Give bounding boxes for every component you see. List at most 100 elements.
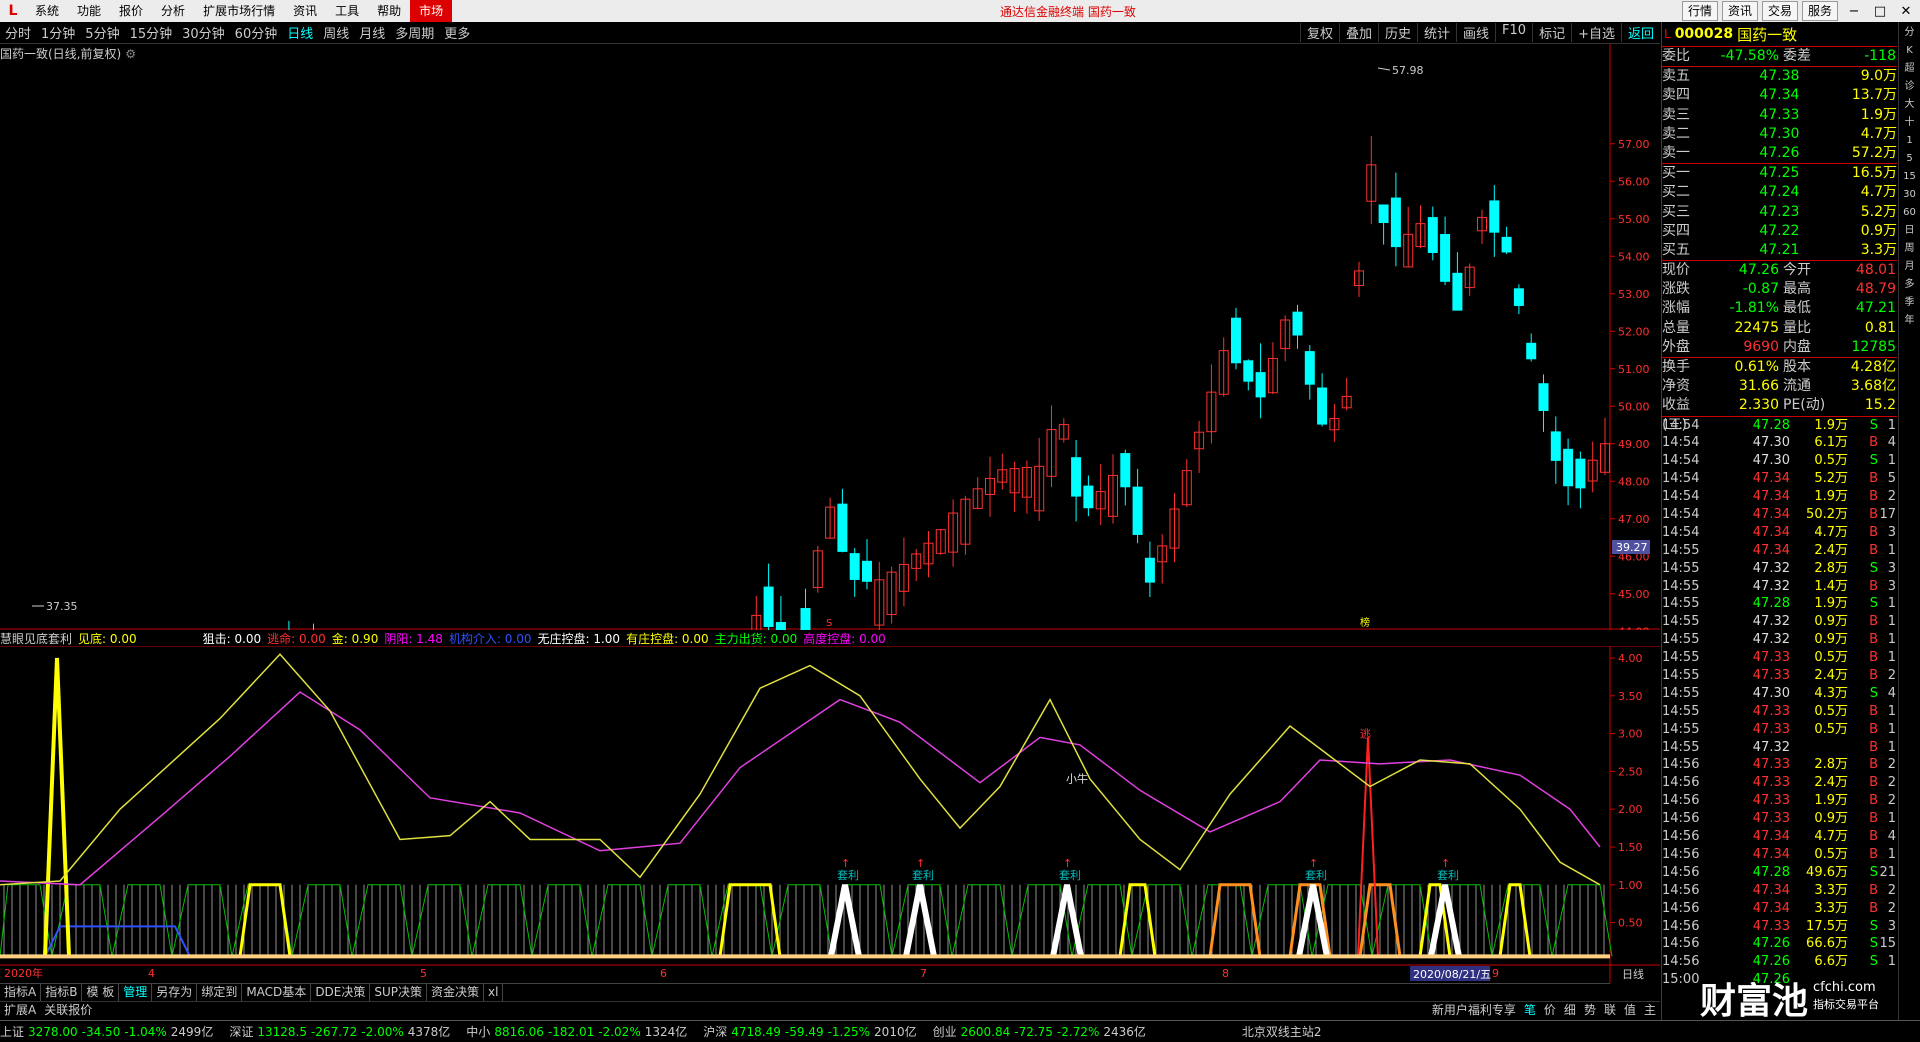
- asks-price[interactable]: 47.26: [1722, 144, 1799, 163]
- indicator-chart[interactable]: 4.003.503.002.502.001.501.000.50套利↑套利↑套利…: [0, 646, 1660, 983]
- bottom-tab-9[interactable]: 资金决策: [427, 984, 485, 1001]
- bottom-tab-0[interactable]: 指标A: [0, 984, 42, 1001]
- panel-tab-4[interactable]: 势: [1580, 1002, 1600, 1019]
- tick-row[interactable]: 14:55 47.32 2.8万 S 3: [1662, 560, 1897, 578]
- tick-row[interactable]: 14:55 47.33 0.5万 B 1: [1662, 649, 1897, 667]
- tick-row[interactable]: 14:56 47.33 2.8万 B 2: [1662, 756, 1897, 774]
- tick-row[interactable]: 14:56 47.28 49.6万 S 21: [1662, 864, 1897, 882]
- panel-tab-2[interactable]: 价: [1540, 1002, 1560, 1019]
- tool-3[interactable]: 统计: [1417, 23, 1456, 42]
- asks-price[interactable]: 47.30: [1722, 125, 1799, 144]
- side-tool-6[interactable]: 1: [1902, 134, 1918, 148]
- tick-row[interactable]: 14:54 47.34 50.2万 B 17: [1662, 506, 1897, 524]
- menu-item-tools[interactable]: 工具: [326, 0, 368, 22]
- tick-row[interactable]: 14:54 47.30 6.1万 B 4: [1662, 434, 1897, 452]
- side-tool-8[interactable]: 15: [1902, 170, 1918, 184]
- trade-button[interactable]: 交易: [1761, 1, 1798, 21]
- side-tool-16[interactable]: 年: [1902, 314, 1918, 328]
- menu-item-function[interactable]: 功能: [68, 0, 110, 22]
- tick-row[interactable]: 14:56 47.34 4.7万 B 4: [1662, 828, 1897, 846]
- tick-row[interactable]: 14:55 47.28 1.9万 S 1: [1662, 595, 1897, 613]
- ext-tab-1[interactable]: 关联报价: [40, 1002, 96, 1019]
- bids-price[interactable]: 47.22: [1722, 222, 1799, 241]
- index-4[interactable]: 创业 2600.84 -72.75 -2.72% 2436亿: [933, 1023, 1150, 1040]
- index-3[interactable]: 沪深 4718.49 -59.49 -1.25% 2010亿: [703, 1023, 920, 1040]
- asks-price[interactable]: 47.33: [1722, 106, 1799, 125]
- tick-row[interactable]: 14:54 47.30 0.5万 S 1: [1662, 452, 1897, 470]
- tool-8[interactable]: 返回: [1620, 23, 1660, 42]
- index-2[interactable]: 中小 8816.06 -182.01 -2.02% 1324亿: [466, 1023, 691, 1040]
- tick-row[interactable]: 14:56 47.34 0.5万 B 1: [1662, 846, 1897, 864]
- tick-row[interactable]: 14:55 47.32 0.9万 B 1: [1662, 631, 1897, 649]
- tick-row[interactable]: 14:55 47.30 4.3万 S 4: [1662, 685, 1897, 703]
- panel-tab-1[interactable]: 笔: [1520, 1002, 1540, 1019]
- side-tool-2[interactable]: 超: [1902, 62, 1918, 76]
- menu-item-quote[interactable]: 报价: [110, 0, 152, 22]
- tick-row[interactable]: 14:56 47.33 0.9万 B 1: [1662, 810, 1897, 828]
- tick-row[interactable]: 14:56 47.33 1.9万 B 2: [1662, 792, 1897, 810]
- tick-row[interactable]: 14:54 47.34 5.2万 B 5: [1662, 470, 1897, 488]
- tick-row[interactable]: 14:55 47.33 0.5万 B 1: [1662, 703, 1897, 721]
- side-tool-12[interactable]: 周: [1902, 242, 1918, 256]
- tool-7[interactable]: +自选: [1571, 23, 1621, 42]
- indicator-name[interactable]: 慧眼见底套利: [0, 630, 72, 646]
- tick-row[interactable]: 14:56 47.33 17.5万 S 3: [1662, 918, 1897, 936]
- panel-tab-3[interactable]: 细: [1560, 1002, 1580, 1019]
- side-tool-3[interactable]: 诊: [1902, 80, 1918, 94]
- menu-item-news[interactable]: 资讯: [284, 0, 326, 22]
- period-7[interactable]: 周线: [318, 23, 354, 42]
- close-icon[interactable]: ✕: [1896, 4, 1916, 19]
- period-0[interactable]: 分时: [0, 23, 36, 42]
- tool-6[interactable]: 标记: [1532, 23, 1571, 42]
- period-9[interactable]: 多周期: [390, 23, 439, 42]
- ext-tab-0[interactable]: 扩展A: [0, 1002, 40, 1019]
- side-tool-15[interactable]: 季: [1902, 296, 1918, 310]
- tick-row[interactable]: 14:55 47.34 2.4万 B 1: [1662, 542, 1897, 560]
- tool-1[interactable]: 叠加: [1338, 23, 1378, 42]
- tick-row[interactable]: 14:55 47.32 B 1: [1662, 739, 1897, 757]
- tick-row[interactable]: 14:56 47.26 6.6万 S 1: [1662, 953, 1897, 971]
- period-2[interactable]: 5分钟: [80, 23, 124, 42]
- server-name[interactable]: 北京双线主站2: [1242, 1023, 1322, 1040]
- panel-tab-6[interactable]: 值: [1620, 1002, 1640, 1019]
- menu-item-ext-market[interactable]: 扩展市场行情: [194, 0, 284, 22]
- minimize-icon[interactable]: −: [1844, 4, 1864, 19]
- tick-row[interactable]: 14:54 47.34 1.9万 B 2: [1662, 488, 1897, 506]
- tool-0[interactable]: 复权: [1299, 23, 1339, 42]
- bottom-tab-10[interactable]: xl: [484, 984, 504, 1001]
- quote-button[interactable]: 行情: [1681, 1, 1718, 21]
- tick-row[interactable]: 14:54 47.34 4.7万 B 3: [1662, 524, 1897, 542]
- period-5[interactable]: 60分钟: [230, 23, 283, 42]
- tick-row[interactable]: 14:56 47.34 3.3万 B 2: [1662, 882, 1897, 900]
- bottom-tab-8[interactable]: SUP决策: [370, 984, 428, 1001]
- side-tool-1[interactable]: K: [1902, 44, 1918, 58]
- side-tool-5[interactable]: 十: [1902, 116, 1918, 130]
- tick-list[interactable]: 14:54 47.28 1.9万 S 1 14:54 47.30 6.1万 B 4 14:54 47.…: [1662, 417, 1897, 990]
- period-1[interactable]: 1分钟: [36, 23, 80, 42]
- bottom-tab-4[interactable]: 另存为: [152, 984, 198, 1001]
- bids-price[interactable]: 47.21: [1722, 241, 1799, 260]
- menu-item-help[interactable]: 帮助: [368, 0, 410, 22]
- asks-price[interactable]: 47.34: [1722, 86, 1799, 105]
- tick-row[interactable]: 14:56 47.26 66.6万 S 15: [1662, 935, 1897, 953]
- side-tool-10[interactable]: 60: [1902, 206, 1918, 220]
- panel-tab-5[interactable]: 联: [1600, 1002, 1620, 1019]
- bottom-tab-6[interactable]: MACD基本: [242, 984, 312, 1001]
- bottom-tab-2[interactable]: 模 板: [82, 984, 120, 1001]
- side-tool-9[interactable]: 30: [1902, 188, 1918, 202]
- side-tool-13[interactable]: 月: [1902, 260, 1918, 274]
- side-tool-14[interactable]: 多: [1902, 278, 1918, 292]
- app-logo-icon[interactable]: L: [4, 2, 22, 20]
- tool-5[interactable]: F10: [1495, 23, 1532, 42]
- bottom-tab-1[interactable]: 指标B: [41, 984, 83, 1001]
- tick-row[interactable]: 14:55 47.33 2.4万 B 2: [1662, 667, 1897, 685]
- side-tool-0[interactable]: 分: [1902, 26, 1918, 40]
- bottom-tab-5[interactable]: 绑定到: [197, 984, 243, 1001]
- menu-item-system[interactable]: 系统: [26, 0, 68, 22]
- index-1[interactable]: 深证 13128.5 -267.72 -2.00% 4378亿: [229, 1023, 454, 1040]
- tick-row[interactable]: 14:55 47.32 0.9万 B 1: [1662, 613, 1897, 631]
- period-10[interactable]: 更多: [439, 23, 475, 42]
- index-0[interactable]: 上证 3278.00 -34.50 -1.04% 2499亿: [0, 1023, 217, 1040]
- bids-price[interactable]: 47.25: [1722, 164, 1799, 183]
- settings-icon[interactable]: ⚙: [125, 47, 136, 61]
